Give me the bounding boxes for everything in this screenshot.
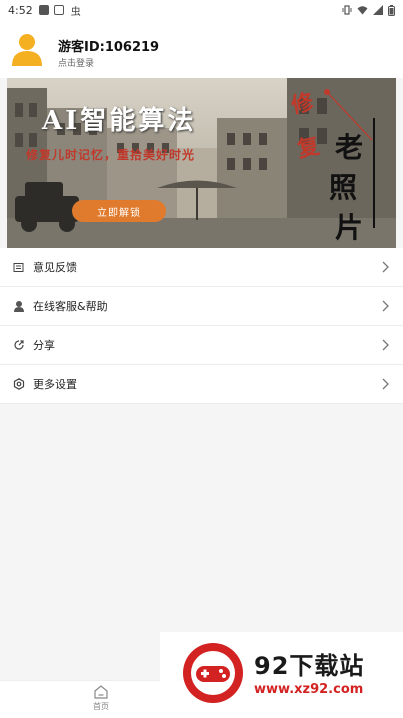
chevron-right-icon bbox=[382, 261, 389, 273]
avatar-icon[interactable] bbox=[11, 32, 43, 66]
chevron-right-icon bbox=[382, 378, 389, 390]
wifi-icon bbox=[357, 6, 368, 15]
menu-item-label: 分享 bbox=[33, 339, 55, 352]
login-link[interactable]: 点击登录 bbox=[58, 56, 94, 69]
share-icon bbox=[12, 339, 25, 352]
menu-item-label: 意见反馈 bbox=[33, 261, 77, 274]
status-extra-text: 虫 bbox=[70, 6, 81, 18]
status-bar: 4:52 虫 bbox=[0, 0, 403, 20]
watermark-name: 92下载站 bbox=[254, 652, 365, 680]
home-icon bbox=[94, 685, 108, 699]
menu-item-feedback[interactable]: 意见反馈 bbox=[0, 248, 403, 287]
battery-icon bbox=[388, 4, 395, 16]
status-right-icons bbox=[342, 4, 395, 16]
gamepad-logo-icon bbox=[183, 643, 243, 703]
feedback-icon bbox=[12, 261, 25, 274]
settings-icon bbox=[12, 378, 25, 391]
support-icon bbox=[12, 300, 25, 313]
chevron-right-icon bbox=[382, 300, 389, 312]
watermark-url: www.xz92.com bbox=[254, 682, 364, 697]
app-notification-icon bbox=[38, 5, 49, 15]
chevron-right-icon bbox=[382, 339, 389, 351]
status-time: 4:52 bbox=[8, 3, 33, 17]
nav-home-tab[interactable]: 首页 bbox=[86, 685, 116, 715]
menu-item-settings[interactable]: 更多设置 bbox=[0, 365, 403, 404]
menu-list: 意见反馈 在线客服&帮助 分享 更多设置 bbox=[0, 248, 403, 404]
banner-subtitle: 修复儿时记忆，重拾美好时光 bbox=[26, 148, 196, 162]
banner-side-text-3: 老 bbox=[335, 131, 364, 164]
banner-divider-line bbox=[373, 118, 375, 228]
banner-side-text-4: 照 bbox=[329, 171, 358, 204]
unlock-button[interactable]: 立即解锁 bbox=[72, 200, 166, 222]
username: 游客ID:106219 bbox=[58, 40, 160, 55]
gallery-notification-icon bbox=[53, 5, 64, 15]
site-watermark: 92下载站 www.xz92.com bbox=[160, 632, 403, 718]
nav-home-label: 首页 bbox=[93, 702, 109, 711]
menu-item-share[interactable]: 分享 bbox=[0, 326, 403, 365]
profile-header[interactable]: 游客ID:106219 点击登录 bbox=[0, 20, 403, 78]
menu-item-label: 在线客服&帮助 bbox=[33, 300, 108, 313]
promo-banner[interactable]: AI智能算法 修复儿时记忆，重拾美好时光 立即解锁 修 复 老 照 片 bbox=[7, 78, 396, 248]
banner-side-text-5: 片 bbox=[335, 211, 364, 244]
vibrate-icon bbox=[342, 5, 352, 15]
menu-item-label: 更多设置 bbox=[33, 378, 77, 391]
menu-item-support[interactable]: 在线客服&帮助 bbox=[0, 287, 403, 326]
signal-icon bbox=[373, 5, 383, 15]
banner-title: AI智能算法 bbox=[42, 106, 197, 136]
